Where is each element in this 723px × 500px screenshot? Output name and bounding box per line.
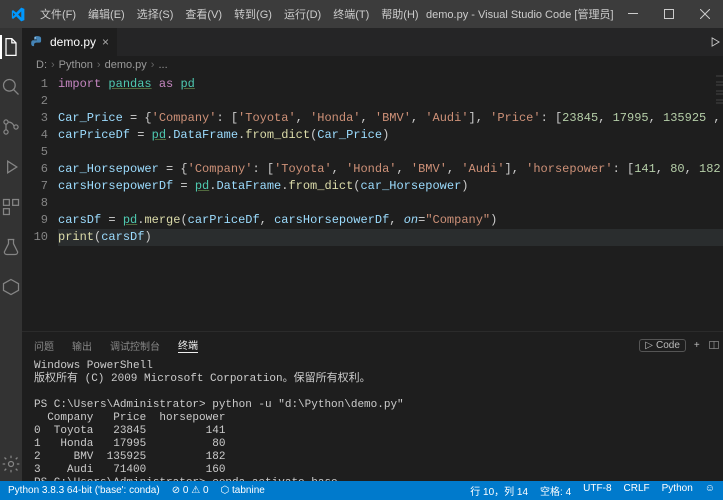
menu-item[interactable]: 转到(G) (228, 6, 278, 22)
window-controls (615, 0, 723, 28)
tab-label: demo.py (50, 35, 96, 49)
scm-icon[interactable] (0, 116, 22, 138)
menu-item[interactable]: 选择(S) (131, 6, 180, 22)
status-item[interactable]: 空格: 4 (540, 483, 571, 498)
menu-item[interactable]: 编辑(E) (82, 6, 131, 22)
code-line[interactable]: carsDf = pd.merge(carPriceDf, carsHorsep… (58, 212, 723, 229)
minimize-button[interactable] (615, 0, 651, 28)
gutter: 12345678910 (22, 74, 58, 331)
testing-icon[interactable] (0, 236, 22, 258)
breadcrumb-item[interactable]: demo.py (105, 59, 147, 71)
extensions-icon[interactable] (0, 196, 22, 218)
new-terminal-icon[interactable]: + (694, 340, 700, 351)
line-number: 10 (22, 229, 48, 246)
settings-icon[interactable] (0, 453, 22, 475)
status-item[interactable]: ⊘ 0 ⚠ 0 (172, 485, 209, 496)
breadcrumb-item[interactable]: D: (36, 59, 47, 71)
line-number: 4 (22, 127, 48, 144)
menu-bar: 文件(F)编辑(E)选择(S)查看(V)转到(G)运行(D)终端(T)帮助(H) (34, 6, 425, 22)
panel-tabs: 问题输出调试控制台终端 ▷ Code + ^ × (22, 332, 723, 358)
activity-bar (0, 28, 22, 481)
editor[interactable]: 12345678910 import pandas as pd Car_Pric… (22, 74, 723, 331)
line-number: 9 (22, 212, 48, 229)
code-line[interactable]: carPriceDf = pd.DataFrame.from_dict(Car_… (58, 127, 723, 144)
status-item[interactable]: CRLF (624, 483, 650, 498)
panel-tab[interactable]: 问题 (34, 338, 54, 353)
terminal-shell-badge[interactable]: ▷ Code (639, 339, 686, 352)
breadcrumbs[interactable]: D: › Python › demo.py › ... (22, 56, 723, 74)
status-item[interactable]: ☺ (705, 483, 715, 498)
minimap[interactable] (714, 74, 723, 331)
close-button[interactable] (687, 0, 723, 28)
line-number: 5 (22, 144, 48, 161)
code-line[interactable]: Car_Price = {'Company': ['Toyota', 'Hond… (58, 110, 723, 127)
line-number: 1 (22, 76, 48, 93)
code-line[interactable]: print(carsDf) (58, 229, 723, 246)
title-bar: 文件(F)编辑(E)选择(S)查看(V)转到(G)运行(D)终端(T)帮助(H)… (0, 0, 723, 28)
menu-item[interactable]: 运行(D) (278, 6, 327, 22)
maximize-button[interactable] (651, 0, 687, 28)
debug-icon[interactable] (0, 156, 22, 178)
tab-demo-py[interactable]: demo.py × (22, 28, 117, 56)
explorer-icon[interactable] (0, 36, 22, 58)
close-icon[interactable]: × (102, 35, 109, 49)
line-number: 6 (22, 161, 48, 178)
code-line[interactable]: import pandas as pd (58, 76, 723, 93)
code-line[interactable] (58, 144, 723, 161)
panel-tab[interactable]: 终端 (178, 337, 198, 353)
run-icon[interactable] (708, 35, 722, 49)
terminal[interactable]: Windows PowerShell 版权所有 (C) 2009 Microso… (22, 358, 723, 481)
status-bar: Python 3.8.3 64-bit ('base': conda) ⊘ 0 ⚠… (0, 481, 723, 500)
window-title: demo.py - Visual Studio Code [管理员] (425, 6, 615, 22)
panel-tab[interactable]: 输出 (72, 338, 92, 353)
editor-tabs: demo.py × ⋯ (22, 28, 723, 56)
status-item[interactable]: Python 3.8.3 64-bit ('base': conda) (8, 485, 160, 496)
breadcrumb-item[interactable]: ... (158, 59, 167, 71)
code-line[interactable]: carsHorsepowerDf = pd.DataFrame.from_dic… (58, 178, 723, 195)
code-line[interactable] (58, 93, 723, 110)
code-line[interactable] (58, 195, 723, 212)
python-icon (30, 35, 44, 49)
db-icon[interactable] (0, 276, 22, 298)
vscode-logo (0, 7, 34, 22)
code-area[interactable]: import pandas as pd Car_Price = {'Compan… (58, 74, 723, 331)
line-number: 3 (22, 110, 48, 127)
panel-tab[interactable]: 调试控制台 (110, 338, 160, 353)
line-number: 2 (22, 93, 48, 110)
menu-item[interactable]: 帮助(H) (375, 6, 424, 22)
status-item[interactable]: Python (662, 483, 693, 498)
menu-item[interactable]: 终端(T) (327, 6, 375, 22)
menu-item[interactable]: 文件(F) (34, 6, 82, 22)
menu-item[interactable]: 查看(V) (179, 6, 228, 22)
line-number: 7 (22, 178, 48, 195)
status-item[interactable]: ⬡ tabnine (221, 485, 265, 496)
split-terminal-icon[interactable] (708, 339, 720, 351)
status-item[interactable]: 行 10，列 14 (470, 483, 528, 498)
status-item[interactable]: UTF-8 (583, 483, 611, 498)
search-icon[interactable] (0, 76, 22, 98)
line-number: 8 (22, 195, 48, 212)
panel: 问题输出调试控制台终端 ▷ Code + ^ × Windows PowerSh… (22, 331, 723, 481)
code-line[interactable]: car_Horsepower = {'Company': ['Toyota', … (58, 161, 723, 178)
breadcrumb-item[interactable]: Python (59, 59, 93, 71)
